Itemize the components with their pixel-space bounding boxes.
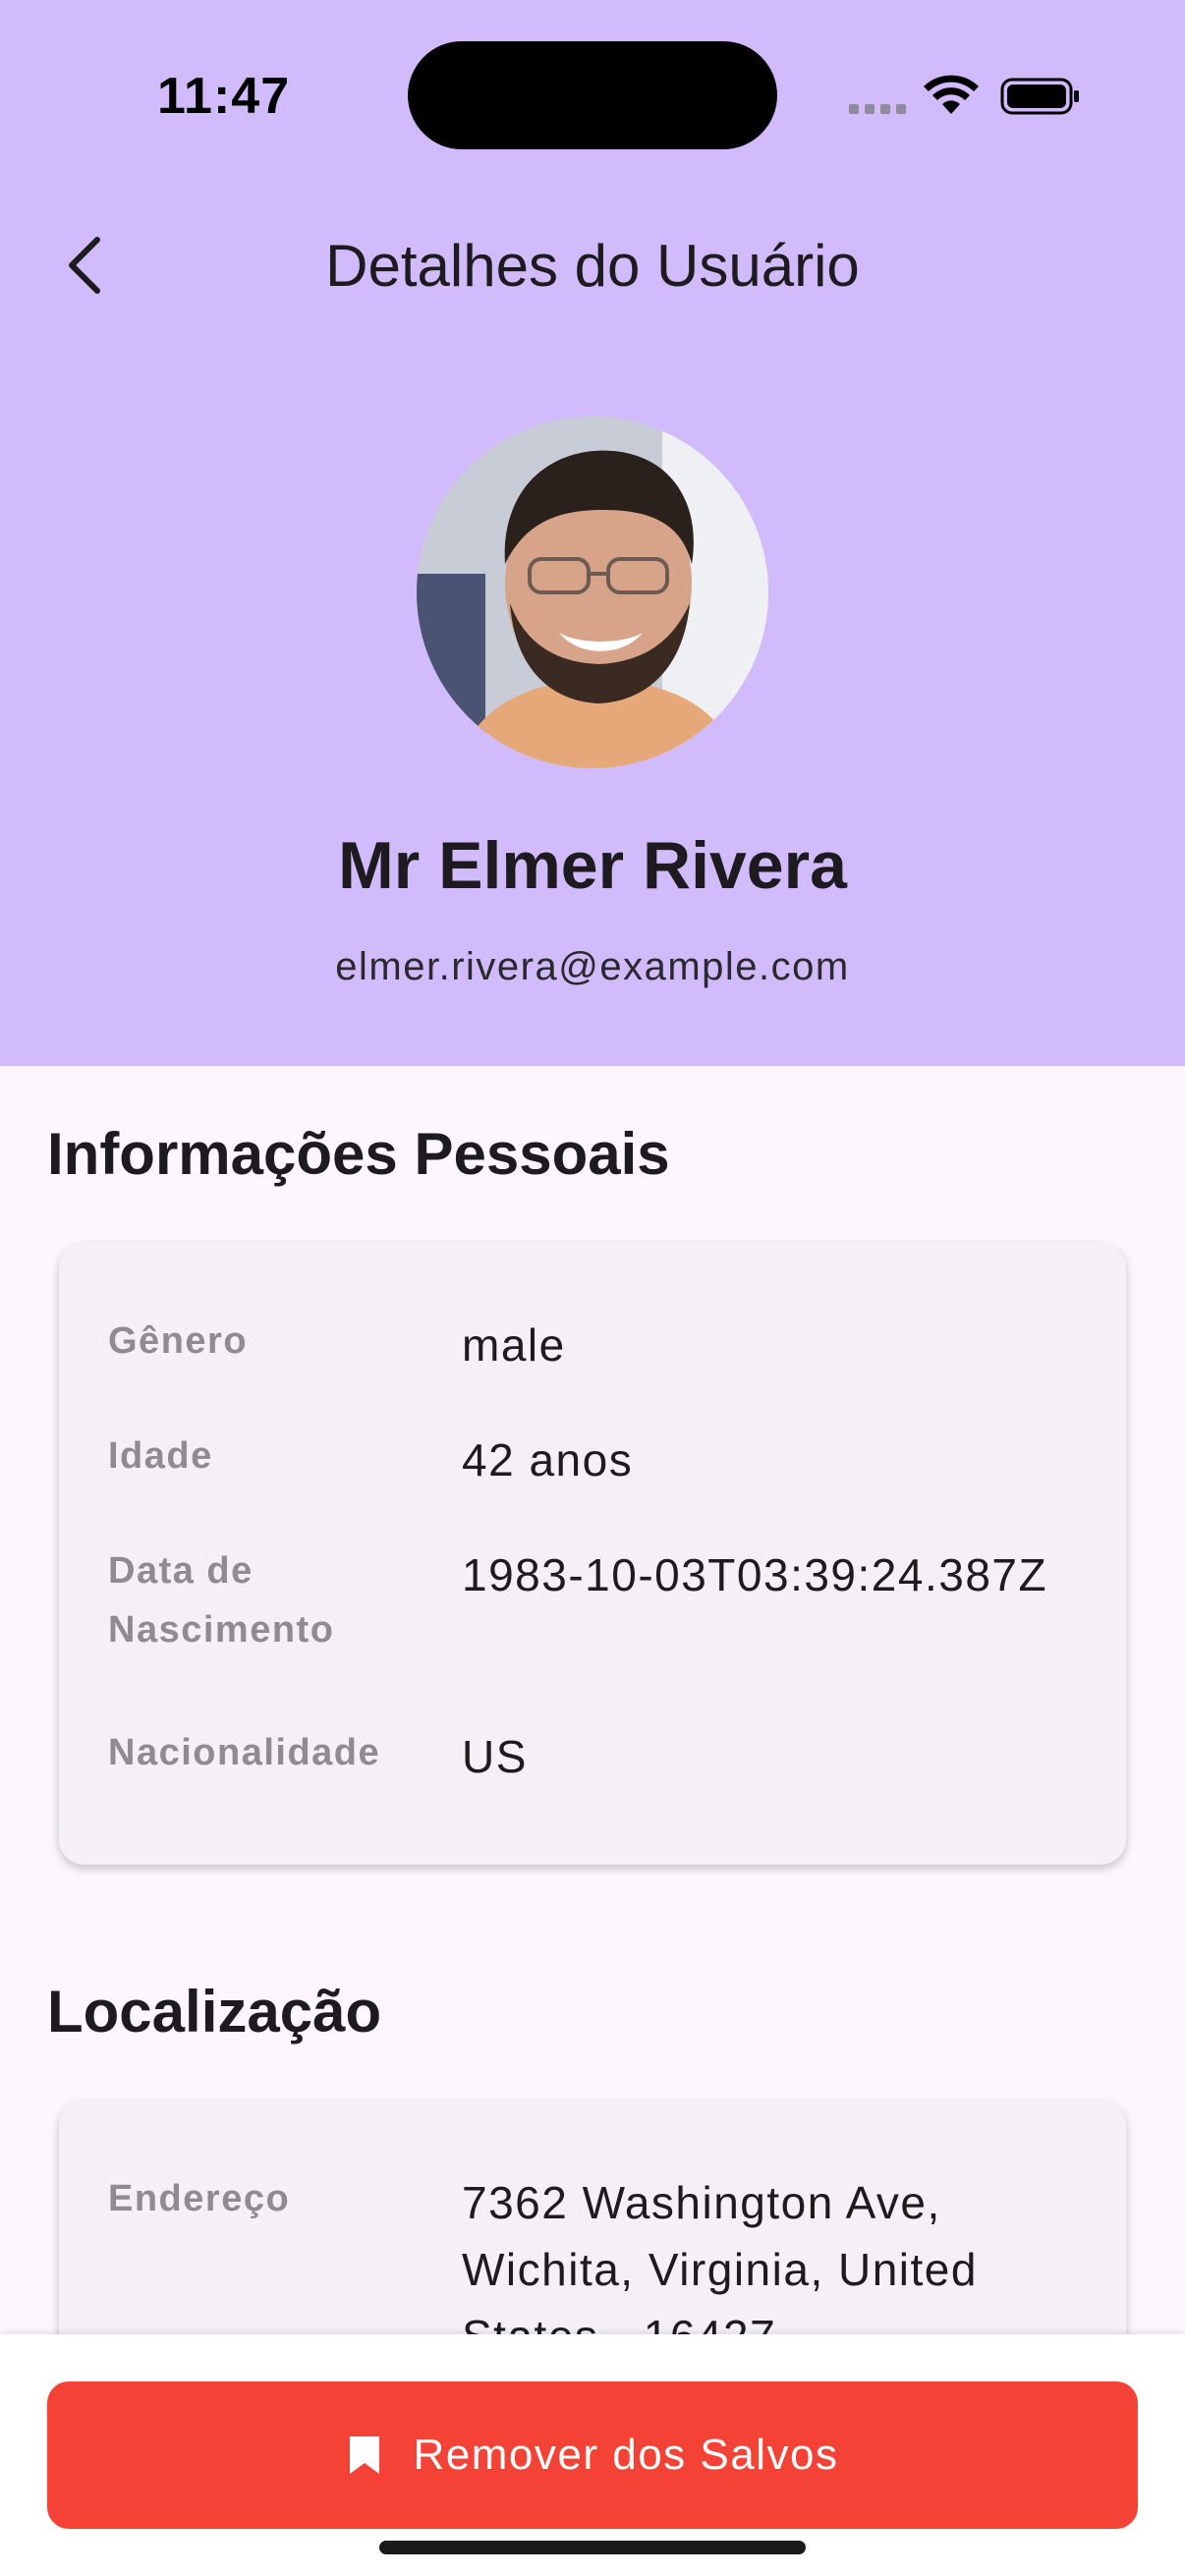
row-value: 1983-10-03T03:39:24.387Z [462,1549,1048,1600]
remove-button-label: Remover dos Salvos [413,2431,839,2479]
row-value: US [462,1731,528,1782]
row-value: male [462,1319,566,1371]
avatar [417,417,768,768]
row-value: 42 anos [462,1434,634,1485]
profile-header: 11:47 Detalhes do Usuário Mr Elmer River… [0,0,1185,1066]
battery-icon [1000,78,1079,115]
user-name: Mr Elmer Rivera [338,828,847,903]
cellular-signal-icon [849,104,908,116]
row-label: Endereço [108,2178,291,2219]
user-email: elmer.rivera@example.com [335,945,850,988]
location-title: Localização [47,1979,382,2044]
row-label: Nacionalidade [108,1732,381,1773]
wifi-icon [924,75,979,114]
row-label: Data de Nascimento [108,1550,335,1651]
personal-info-card: Gênero male Idade 42 anos Data de Nascim… [59,1243,1126,1865]
status-time: 11:47 [157,68,291,125]
row-label: Idade [108,1435,213,1477]
bottom-action-bar: Remover dos Salvos [0,2334,1185,2576]
personal-info-title: Informações Pessoais [47,1121,670,1187]
page-title: Detalhes do Usuário [325,233,860,299]
home-indicator [379,2541,806,2554]
row-label: Gênero [108,1320,249,1362]
dynamic-island [408,41,777,149]
remove-from-saved-button[interactable]: Remover dos Salvos [47,2381,1138,2529]
bookmark-icon [349,2436,379,2474]
